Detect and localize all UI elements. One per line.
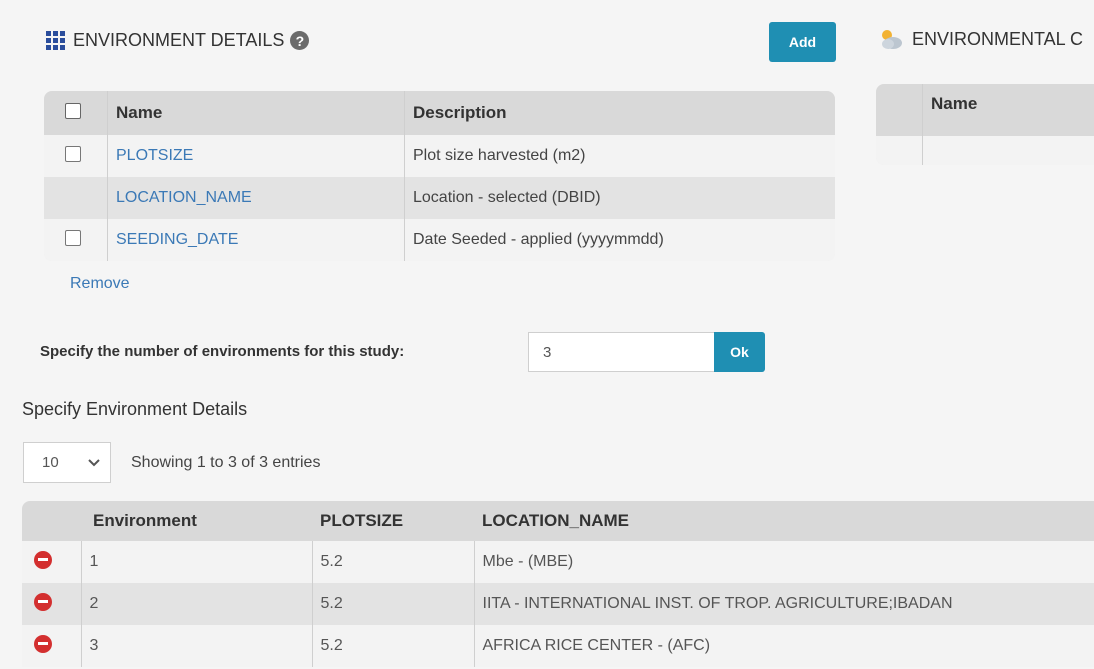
delete-cell	[22, 625, 81, 667]
weather-icon	[882, 30, 902, 49]
page-size-value: 10	[42, 454, 59, 471]
num-environments-label: Specify the number of environments for t…	[40, 343, 405, 360]
environment-column-header: Environment	[81, 501, 312, 541]
delete-cell	[22, 541, 81, 583]
remove-link[interactable]: Remove	[70, 275, 130, 293]
remove-circle-icon[interactable]	[34, 592, 52, 611]
num-environments-input[interactable]: 3	[528, 332, 715, 372]
environmental-conditions-title: ENVIRONMENTAL C	[912, 28, 1084, 49]
add-button[interactable]: Add	[769, 22, 836, 62]
help-icon[interactable]: ?	[290, 31, 310, 50]
entries-info: Showing 1 to 3 of 3 entries	[131, 454, 321, 471]
description-cell: Date Seeded - applied (yyyymmdd)	[404, 219, 835, 261]
table-row: PLOTSIZE Plot size harvested (m2)	[44, 135, 835, 177]
environment-details-table: Name Description PLOTSIZE Plot size harv…	[44, 91, 835, 261]
plotsize-cell: 5.2	[311, 583, 474, 625]
row-checkbox-cell	[44, 135, 108, 177]
grid-icon	[46, 31, 65, 50]
remove-circle-icon[interactable]	[34, 550, 52, 569]
variable-link[interactable]: PLOTSIZE	[116, 147, 193, 164]
empty-cell	[876, 136, 923, 165]
environmental-conditions-header: ENVIRONMENTAL C	[878, 27, 1083, 51]
table-header: Name	[876, 84, 1094, 136]
location-cell[interactable]: IITA - INTERNATIONAL INST. OF TROP. AGRI…	[473, 583, 1094, 625]
table-row: 3 5.2 AFRICA RICE CENTER - (AFC)	[22, 625, 1094, 667]
page-size-select[interactable]: 10	[23, 442, 111, 483]
name-column-header: Name	[922, 84, 1094, 136]
ok-button[interactable]: Ok	[714, 332, 765, 372]
table-header: Name Description	[44, 91, 835, 135]
environments-table: Environment PLOTSIZE LOCATION_NAME 1 5.2…	[22, 501, 1094, 667]
row-checkbox[interactable]	[65, 229, 81, 246]
environment-cell: 2	[80, 583, 312, 625]
select-all-cell	[44, 91, 108, 135]
environment-cell: 1	[80, 541, 312, 583]
specify-details-title: Specify Environment Details	[22, 399, 248, 419]
num-environments-value: 3	[543, 343, 552, 361]
description-column-header: Description	[404, 91, 835, 135]
blank-header	[876, 84, 923, 136]
row-checkbox-cell	[44, 219, 108, 261]
table-header: Environment PLOTSIZE LOCATION_NAME	[22, 501, 1094, 541]
delete-cell	[22, 583, 81, 625]
location-column-header: LOCATION_NAME	[474, 501, 1094, 541]
table-row: 2 5.2 IITA - INTERNATIONAL INST. OF TROP…	[22, 583, 1094, 625]
table-row: 1 5.2 Mbe - (MBE)	[22, 541, 1094, 583]
location-cell[interactable]: AFRICA RICE CENTER - (AFC)	[473, 625, 1094, 667]
variable-link[interactable]: LOCATION_NAME	[116, 189, 252, 206]
description-cell: Plot size harvested (m2)	[404, 135, 835, 177]
empty-cell	[922, 136, 1094, 165]
plotsize-cell: 5.2	[311, 625, 474, 667]
plotsize-cell: 5.2	[311, 541, 474, 583]
select-all-checkbox[interactable]	[65, 102, 81, 119]
name-column-header: Name	[107, 91, 405, 135]
variable-link[interactable]: SEEDING_DATE	[116, 231, 238, 248]
row-checkbox[interactable]	[65, 145, 81, 162]
environmental-conditions-table: Name	[876, 84, 1094, 165]
environment-details-header: ENVIRONMENT DETAILS ?	[46, 30, 310, 51]
table-row: LOCATION_NAME Location - selected (DBID)	[44, 177, 835, 219]
chevron-down-icon	[88, 458, 100, 466]
remove-circle-icon[interactable]	[34, 634, 52, 653]
plotsize-column-header: PLOTSIZE	[312, 501, 474, 541]
row-checkbox-cell	[44, 177, 108, 219]
table-row: SEEDING_DATE Date Seeded - applied (yyyy…	[44, 219, 835, 261]
environment-cell: 3	[80, 625, 312, 667]
table-row	[876, 136, 1094, 165]
location-cell[interactable]: Mbe - (MBE)	[473, 541, 1094, 583]
environment-details-title: ENVIRONMENT DETAILS	[73, 30, 285, 50]
description-cell: Location - selected (DBID)	[404, 177, 835, 219]
blank-header	[22, 501, 81, 541]
